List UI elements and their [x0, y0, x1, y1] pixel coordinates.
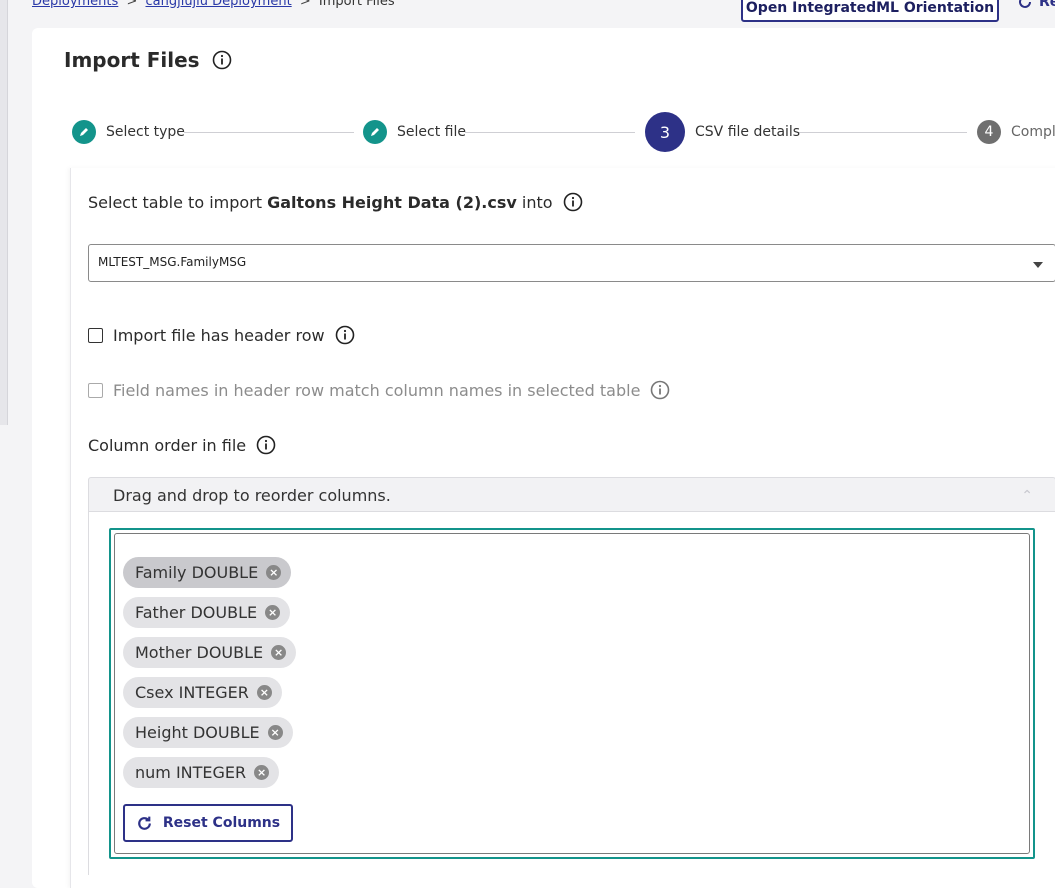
chevron-down-icon — [1033, 262, 1043, 268]
breadcrumb-separator: > — [126, 0, 138, 9]
breadcrumb-current: Import Files — [318, 0, 395, 9]
column-order-accordion-header[interactable]: Drag and drop to reorder columns. ⌃ — [88, 477, 1055, 512]
match-names-option: Field names in header row match column n… — [88, 378, 670, 402]
step-select-type[interactable]: Select type — [72, 112, 185, 152]
remove-icon[interactable]: × — [267, 725, 283, 740]
step-select-file[interactable]: Select file — [363, 112, 466, 152]
info-icon[interactable] — [563, 192, 583, 212]
column-chip-label: Height DOUBLE — [135, 723, 260, 742]
info-icon[interactable] — [212, 50, 232, 70]
step-number: 3 — [645, 112, 685, 152]
select-table-suffix: into — [521, 192, 553, 212]
info-icon[interactable] — [256, 435, 276, 455]
breadcrumb-deployment-link[interactable]: cangjiujiu Deployment — [145, 0, 291, 9]
header-row-option: Import file has header row — [88, 323, 355, 347]
breadcrumb: Deployments > cangjiujiu Deployment > Im… — [32, 0, 395, 9]
refresh-button[interactable]: Re — [1017, 0, 1055, 10]
column-chip[interactable]: Father DOUBLE × — [123, 597, 291, 628]
page-title-text: Import Files — [64, 48, 200, 72]
refresh-icon — [138, 816, 151, 830]
step-label: CSV file details — [695, 124, 801, 140]
info-icon[interactable] — [650, 380, 670, 400]
reset-columns-button[interactable]: Reset Columns — [123, 804, 293, 842]
left-sidebar-rail — [0, 0, 8, 425]
remove-icon[interactable]: × — [266, 565, 282, 580]
column-chip-label: Csex INTEGER — [135, 683, 249, 702]
file-name: Galtons Height Data (2).csv — [267, 192, 517, 212]
step-connector — [184, 132, 354, 133]
column-chip-label: Father DOUBLE — [135, 603, 258, 622]
header-row-checkbox[interactable] — [88, 327, 103, 343]
column-chip-label: Mother DOUBLE — [135, 643, 264, 662]
remove-icon[interactable]: × — [256, 685, 272, 700]
column-chip[interactable]: Mother DOUBLE × — [123, 637, 297, 668]
pencil-icon — [363, 120, 387, 144]
select-table-prompt: Select table to import Galtons Height Da… — [88, 190, 583, 214]
step-complete[interactable]: 4 Comple — [977, 112, 1055, 152]
step-label: Select file — [397, 124, 466, 140]
column-order-heading: Column order in file — [88, 433, 276, 457]
refresh-icon — [1019, 0, 1031, 8]
step-label: Comple — [1011, 124, 1055, 140]
page-title: Import Files — [64, 48, 232, 72]
breadcrumb-deployments-link[interactable]: Deployments — [32, 0, 118, 9]
step-connector — [465, 132, 635, 133]
header-row-label: Import file has header row — [113, 325, 325, 345]
column-chip-label: Family DOUBLE — [135, 563, 259, 582]
match-names-checkbox — [88, 382, 103, 398]
table-select[interactable]: MLTEST_MSG.FamilyMSG — [88, 244, 1055, 282]
import-stepper: Select type Select file 3 CSV file detai… — [0, 112, 1055, 152]
chevron-up-icon: ⌃ — [1021, 488, 1033, 504]
breadcrumb-separator: > — [299, 0, 311, 9]
accordion-label: Drag and drop to reorder columns. — [113, 486, 391, 505]
remove-icon[interactable]: × — [254, 765, 270, 780]
column-chip[interactable]: Family DOUBLE × — [123, 557, 292, 588]
column-order-label: Column order in file — [88, 435, 247, 455]
open-orientation-button[interactable]: Open IntegratedML Orientation — [741, 0, 999, 22]
column-chip[interactable]: Height DOUBLE × — [123, 717, 293, 748]
column-chip[interactable]: Csex INTEGER × — [123, 677, 282, 708]
info-icon[interactable] — [335, 325, 355, 345]
step-label: Select type — [106, 124, 185, 140]
step-csv-details[interactable]: 3 CSV file details — [645, 112, 800, 152]
reset-columns-label: Reset Columns — [162, 815, 281, 831]
step-number: 4 — [977, 120, 1001, 144]
table-select-value: MLTEST_MSG.FamilyMSG — [98, 255, 247, 269]
select-table-prefix: Select table to import — [88, 192, 263, 212]
column-chip-label: num INTEGER — [135, 763, 247, 782]
pencil-icon — [72, 120, 96, 144]
refresh-label: Re — [1039, 0, 1055, 10]
step-connector — [797, 132, 967, 133]
remove-icon[interactable]: × — [271, 645, 287, 660]
remove-icon[interactable]: × — [265, 605, 281, 620]
column-chip[interactable]: num INTEGER × — [123, 757, 280, 788]
match-names-label: Field names in header row match column n… — [113, 380, 641, 400]
